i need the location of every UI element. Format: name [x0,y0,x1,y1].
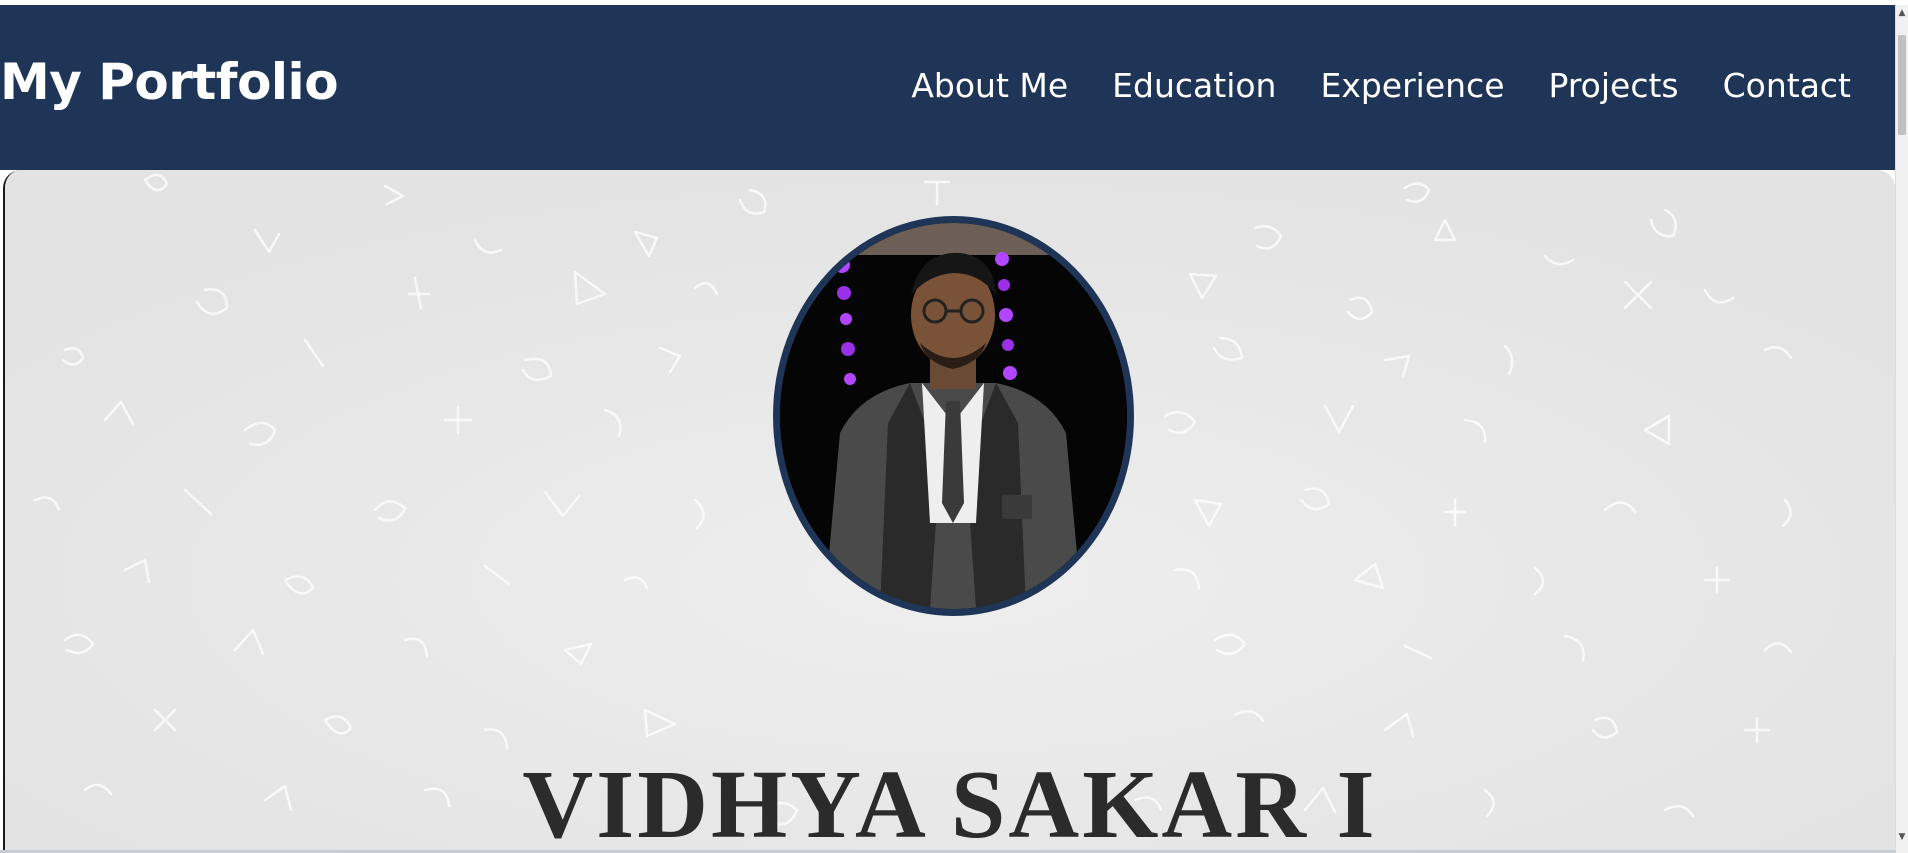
hero-section: VIDHYA SAKAR I [3,170,1895,853]
scroll-down-arrow-icon[interactable]: ▼ [1896,831,1908,843]
portfolio-page: My Portfolio About Me Education Experien… [0,0,1908,853]
nav-links: About Me Education Experience Projects C… [911,69,1851,102]
nav-link-education[interactable]: Education [1112,69,1276,102]
nav-link-about-me[interactable]: About Me [911,69,1068,102]
hero-name-heading: VIDHYA SAKAR I [522,750,1378,853]
nav-link-projects[interactable]: Projects [1549,69,1679,102]
profile-photo [773,216,1134,616]
nav-link-contact[interactable]: Contact [1723,69,1851,102]
nav-link-experience[interactable]: Experience [1320,69,1504,102]
brand-title[interactable]: My Portfolio [0,57,339,107]
scroll-up-arrow-icon[interactable]: ▲ [1896,7,1908,19]
vertical-scrollbar[interactable]: ▲ ▼ [1895,5,1908,853]
scrollbar-thumb[interactable] [1898,35,1906,135]
navbar: My Portfolio About Me Education Experien… [0,5,1896,170]
profile-photo-illustration [780,223,1127,609]
